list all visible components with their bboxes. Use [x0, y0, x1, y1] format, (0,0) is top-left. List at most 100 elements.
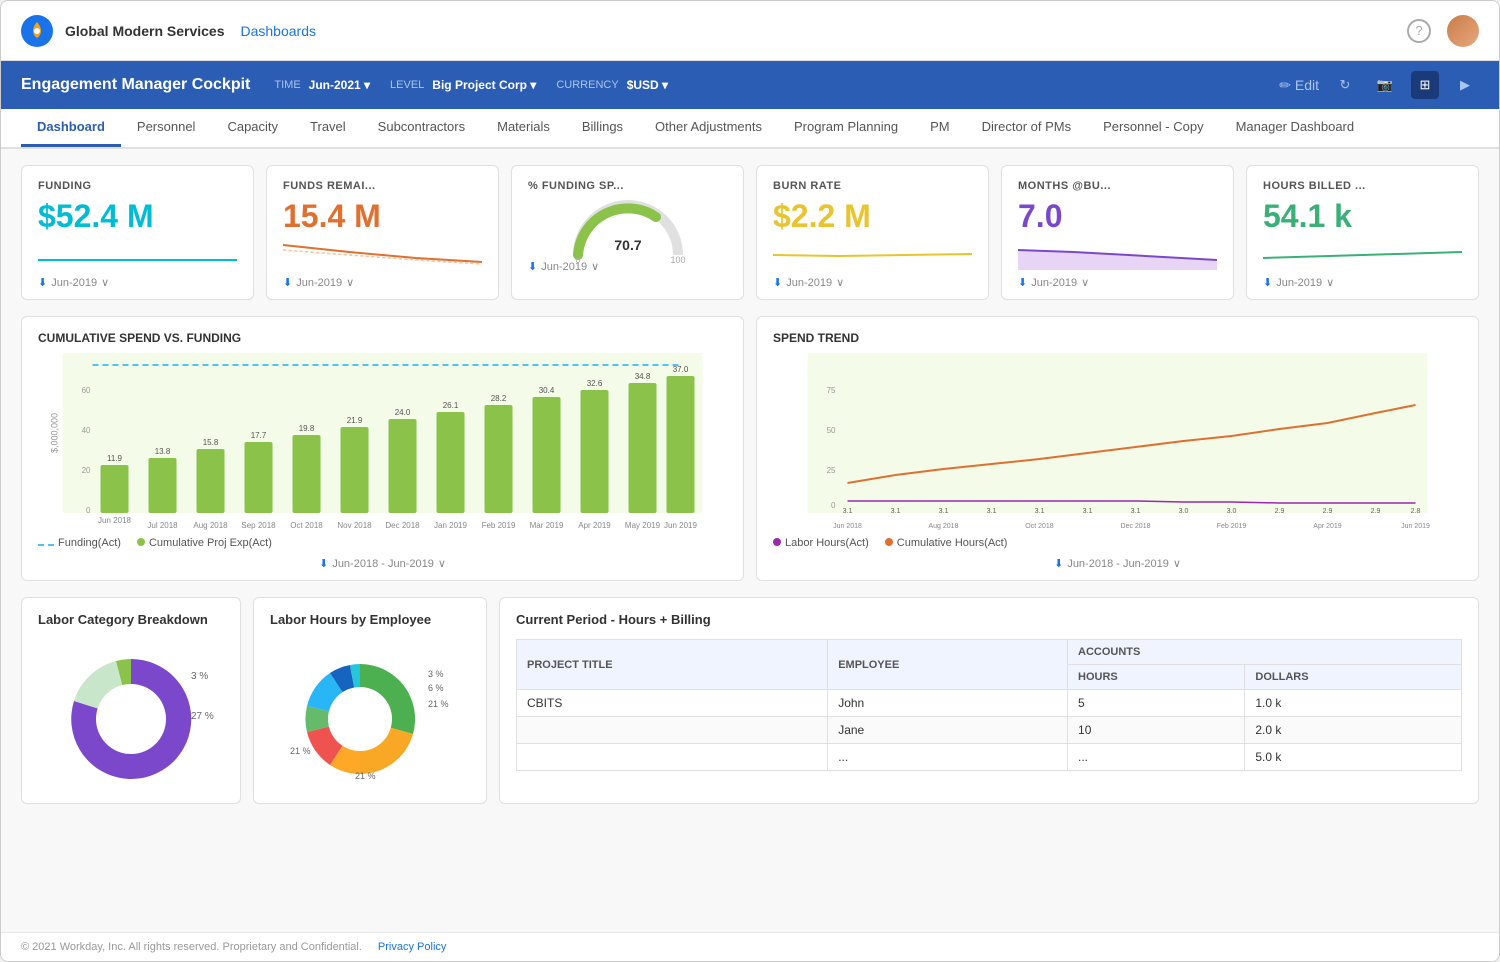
tab-program-planning[interactable]: Program Planning: [778, 109, 914, 147]
tab-billings[interactable]: Billings: [566, 109, 639, 147]
kpi-hours-billed: HOURS BILLED ... 54.1 k ⬇ Jun-2019 ∨: [1246, 165, 1479, 300]
svg-text:2.9: 2.9: [1371, 508, 1381, 515]
tab-other-adjustments[interactable]: Other Adjustments: [639, 109, 778, 147]
svg-text:3 %: 3 %: [191, 671, 208, 682]
footer: © 2021 Workday, Inc. All rights reserved…: [1, 932, 1499, 961]
filter-level: LEVEL Big Project Corp ▾: [390, 78, 536, 92]
tab-materials[interactable]: Materials: [481, 109, 566, 147]
current-period-title: Current Period - Hours + Billing: [516, 612, 1462, 627]
tab-dashboard[interactable]: Dashboard: [21, 109, 121, 147]
kpi-funds-label: FUNDS REMAI...: [283, 180, 482, 192]
kpi-funding-label: FUNDING: [38, 180, 237, 192]
kpi-months-label: MONTHS @BU...: [1018, 180, 1217, 192]
spend-trend-chart: 0 25 50 75 3.1 3.1 3.1 3.1 3.1: [773, 353, 1462, 533]
tab-capacity[interactable]: Capacity: [211, 109, 294, 147]
tab-pm[interactable]: PM: [914, 109, 966, 147]
svg-text:17.7: 17.7: [251, 431, 267, 440]
svg-text:Aug 2018: Aug 2018: [193, 521, 228, 530]
bottom-row: Labor Category Breakdown: [21, 597, 1479, 804]
svg-text:2.8: 2.8: [1411, 508, 1421, 515]
kpi-hours-footer[interactable]: ⬇ Jun-2019 ∨: [1263, 276, 1462, 289]
svg-text:11.9: 11.9: [107, 454, 123, 463]
video-button[interactable]: ▶: [1451, 71, 1479, 99]
spend-trend-legend: Labor Hours(Act) Cumulative Hours(Act): [773, 537, 1462, 549]
filter-level-value[interactable]: Big Project Corp ▾: [432, 78, 536, 92]
spend-trend-footer[interactable]: ⬇ Jun-2018 - Jun-2019 ∨: [773, 557, 1462, 570]
svg-text:21 %: 21 %: [428, 699, 449, 709]
svg-text:Jul 2018: Jul 2018: [147, 521, 178, 530]
kpi-burn-footer[interactable]: ⬇ Jun-2019 ∨: [773, 276, 972, 289]
cumulative-spend-card: CUMULATIVE SPEND VS. FUNDING $,000,000 1…: [21, 316, 744, 581]
tab-manager-dashboard[interactable]: Manager Dashboard: [1220, 109, 1371, 147]
header-bar: Engagement Manager Cockpit TIME Jun-2021…: [1, 61, 1499, 109]
svg-text:3.0: 3.0: [1227, 508, 1237, 515]
cumulative-spend-title: CUMULATIVE SPEND VS. FUNDING: [38, 331, 727, 345]
svg-text:2.9: 2.9: [1275, 508, 1285, 515]
spend-trend-card: SPEND TREND 0 25 50 75 3.1: [756, 316, 1479, 581]
svg-text:34.8: 34.8: [635, 372, 651, 381]
avatar[interactable]: [1447, 15, 1479, 47]
kpi-funding-spent-label: % FUNDING SP...: [528, 180, 727, 192]
svg-text:70.7: 70.7: [614, 237, 641, 253]
app-shell: Global Modern Services Dashboards ? Enga…: [0, 0, 1500, 962]
svg-text:24.0: 24.0: [395, 408, 411, 417]
kpi-gauge-footer[interactable]: ⬇ Jun-2019 ∨: [528, 260, 727, 273]
edit-button[interactable]: ✏ Edit: [1279, 77, 1319, 94]
labor-hours-chart: 3 % 6 % 21 % 21 % 21 %: [270, 639, 470, 789]
svg-text:Jun 2019: Jun 2019: [1401, 523, 1430, 530]
kpi-funding-spent: % FUNDING SP... 70.7 0 100 ⬇ Jun-2019 ∨: [511, 165, 744, 300]
cell-employee: John: [828, 690, 1068, 717]
kpi-months-value: 7.0: [1018, 200, 1217, 232]
grid-button[interactable]: ⊞: [1411, 71, 1439, 99]
svg-text:Nov 2018: Nov 2018: [337, 521, 372, 530]
kpi-funds-remaining: FUNDS REMAI... 15.4 M ⬇ Jun-2019 ∨: [266, 165, 499, 300]
camera-button[interactable]: 📷: [1371, 71, 1399, 99]
table-row: ... ... 5.0 k: [517, 744, 1462, 771]
header-actions: ✏ Edit ↻ 📷 ⊞ ▶: [1279, 71, 1479, 99]
page-title: Engagement Manager Cockpit: [21, 76, 250, 94]
workday-logo: [21, 15, 53, 47]
svg-text:26.1: 26.1: [443, 401, 459, 410]
svg-text:3.1: 3.1: [987, 508, 997, 515]
app-company-name: Global Modern Services: [65, 23, 225, 39]
svg-text:Oct 2018: Oct 2018: [1025, 523, 1054, 530]
col-accounts: ACCOUNTS: [1068, 640, 1462, 665]
svg-text:Oct 2018: Oct 2018: [290, 521, 323, 530]
current-period-card: Current Period - Hours + Billing PROJECT…: [499, 597, 1479, 804]
help-icon[interactable]: ?: [1407, 19, 1431, 43]
tab-travel[interactable]: Travel: [294, 109, 362, 147]
cumulative-footer[interactable]: ⬇ Jun-2018 - Jun-2019 ∨: [38, 557, 727, 570]
chart-row: CUMULATIVE SPEND VS. FUNDING $,000,000 1…: [21, 316, 1479, 581]
svg-text:32.6: 32.6: [587, 379, 603, 388]
cell-project: [517, 744, 828, 771]
labor-hours-card: Labor Hours by Employee: [253, 597, 487, 804]
tab-director-pms[interactable]: Director of PMs: [966, 109, 1088, 147]
privacy-policy-link[interactable]: Privacy Policy: [378, 941, 446, 953]
tab-personnel[interactable]: Personnel: [121, 109, 212, 147]
cell-hours: 10: [1068, 717, 1245, 744]
refresh-button[interactable]: ↻: [1331, 71, 1359, 99]
svg-text:Apr 2019: Apr 2019: [1313, 523, 1342, 530]
svg-text:6 %: 6 %: [428, 683, 444, 693]
table-row: CBITS John 5 1.0 k: [517, 690, 1462, 717]
tab-personnel-copy[interactable]: Personnel - Copy: [1087, 109, 1219, 147]
svg-text:40: 40: [82, 426, 91, 435]
kpi-funding: FUNDING $52.4 M ⬇ Jun-2019 ∨: [21, 165, 254, 300]
svg-text:3.1: 3.1: [891, 508, 901, 515]
main-content: FUNDING $52.4 M ⬇ Jun-2019 ∨ FUNDS REMAI…: [1, 149, 1499, 932]
tab-subcontractors[interactable]: Subcontractors: [362, 109, 481, 147]
filter-currency-value[interactable]: $USD ▾: [627, 78, 668, 92]
dashboards-link[interactable]: Dashboards: [241, 23, 317, 39]
filter-level-label: LEVEL: [390, 79, 424, 91]
kpi-funds-footer[interactable]: ⬇ Jun-2019 ∨: [283, 276, 482, 289]
top-nav: Global Modern Services Dashboards ?: [1, 1, 1499, 61]
svg-text:25: 25: [827, 466, 836, 475]
svg-text:Jan 2019: Jan 2019: [434, 521, 467, 530]
filter-time-value[interactable]: Jun-2021 ▾: [309, 78, 370, 92]
svg-text:60: 60: [82, 386, 91, 395]
kpi-funding-footer[interactable]: ⬇ Jun-2019 ∨: [38, 276, 237, 289]
current-period-table: PROJECT TITLE EMPLOYEE ACCOUNTS HOURS DO…: [516, 639, 1462, 771]
kpi-row: FUNDING $52.4 M ⬇ Jun-2019 ∨ FUNDS REMAI…: [21, 165, 1479, 300]
svg-text:28.2: 28.2: [491, 394, 507, 403]
kpi-months-footer[interactable]: ⬇ Jun-2019 ∨: [1018, 276, 1217, 289]
